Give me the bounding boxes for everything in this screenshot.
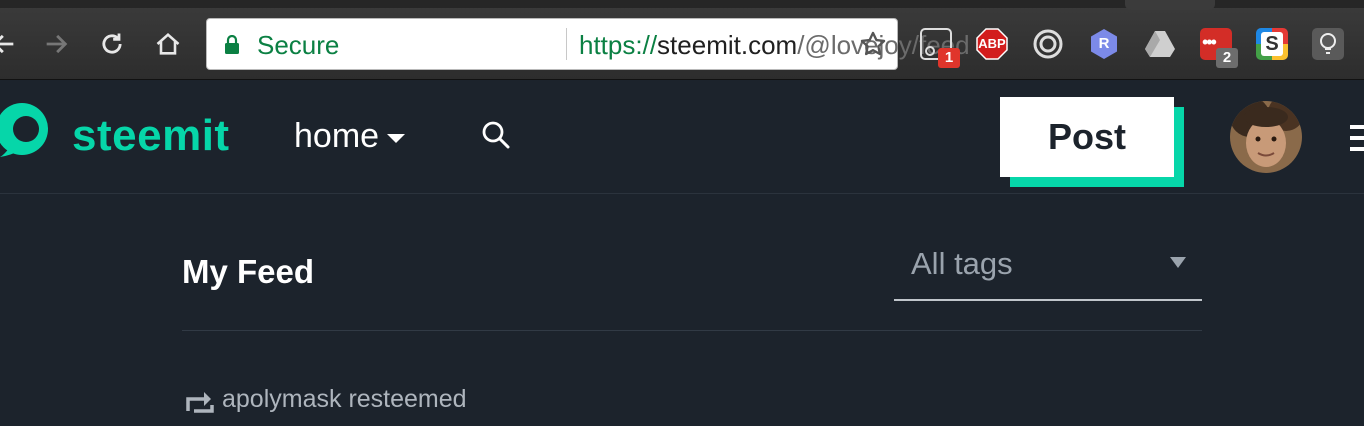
back-arrow-icon — [0, 34, 14, 54]
home-dropdown[interactable]: home — [294, 117, 406, 156]
s-extension-icon[interactable]: S — [1256, 28, 1288, 60]
url-scheme: https:// — [579, 30, 658, 60]
dropdown-arrow-icon — [1170, 257, 1186, 268]
adblock-label: ABP — [978, 36, 1006, 51]
site-header: steemit home Post — [0, 81, 1364, 194]
lastpass-badge: 2 — [1216, 48, 1238, 68]
user-photo — [1230, 101, 1302, 173]
r-label: R — [1098, 35, 1110, 52]
lightbulb-icon — [1320, 33, 1336, 54]
forward-button[interactable] — [38, 26, 74, 62]
forward-arrow-icon — [46, 34, 68, 54]
back-button[interactable] — [0, 26, 22, 62]
resteem-text[interactable]: apolymask resteemed — [222, 385, 467, 414]
home-label: home — [294, 117, 380, 155]
drive-triangle-icon — [1145, 31, 1175, 57]
google-drive-icon[interactable] — [1144, 28, 1176, 60]
post-button-wrap: Post — [1000, 97, 1184, 187]
avatar[interactable] — [1230, 101, 1302, 173]
secure-label: Secure — [257, 30, 340, 60]
adblock-icon[interactable]: ABP — [976, 28, 1008, 60]
tags-dropdown[interactable]: All tags — [894, 238, 1202, 301]
page-title: My Feed — [182, 253, 315, 290]
browser-toolbar: Secure https://steemit.com/@lovejoy/feed… — [0, 0, 1364, 80]
home-button[interactable] — [150, 26, 186, 62]
reload-icon — [102, 33, 122, 54]
hamburger-line — [1350, 125, 1364, 129]
circle-glyph — [925, 46, 935, 56]
s-label: S — [1261, 32, 1283, 56]
brand-name[interactable]: steemit — [72, 111, 230, 161]
target-icon — [1033, 29, 1063, 59]
screenshot-badge: 1 — [938, 48, 960, 68]
caret-down-icon — [387, 134, 406, 143]
house-icon — [156, 32, 180, 55]
post-button[interactable]: Post — [1000, 97, 1174, 177]
hamburger-line — [1350, 147, 1364, 151]
lightbulb-extension-icon[interactable] — [1312, 28, 1344, 60]
r-extension-icon[interactable]: R — [1088, 28, 1120, 60]
steemit-logo-icon[interactable] — [0, 99, 60, 159]
feed-divider — [182, 330, 1202, 331]
lock-icon — [225, 35, 239, 54]
search-icon[interactable] — [480, 119, 512, 151]
reload-button[interactable] — [94, 26, 130, 62]
url-host: steemit.com — [657, 30, 798, 60]
active-tab-edge[interactable] — [1125, 0, 1215, 10]
resteem-line: apolymask resteemed — [186, 385, 467, 414]
tags-selected-value: All tags — [911, 246, 1013, 281]
target-extension-icon[interactable] — [1032, 28, 1064, 60]
dots-glyph: ••• — [1202, 32, 1217, 52]
hamburger-line — [1350, 136, 1364, 140]
address-separator — [566, 28, 567, 60]
resteem-icon — [186, 391, 214, 413]
address-bar[interactable]: Secure https://steemit.com/@lovejoy/feed — [206, 18, 970, 70]
bookmark-star-icon[interactable] — [859, 30, 887, 58]
url-text[interactable]: https://steemit.com/@lovejoy/feed — [579, 30, 970, 61]
menu-hamburger-icon[interactable] — [1350, 125, 1364, 158]
